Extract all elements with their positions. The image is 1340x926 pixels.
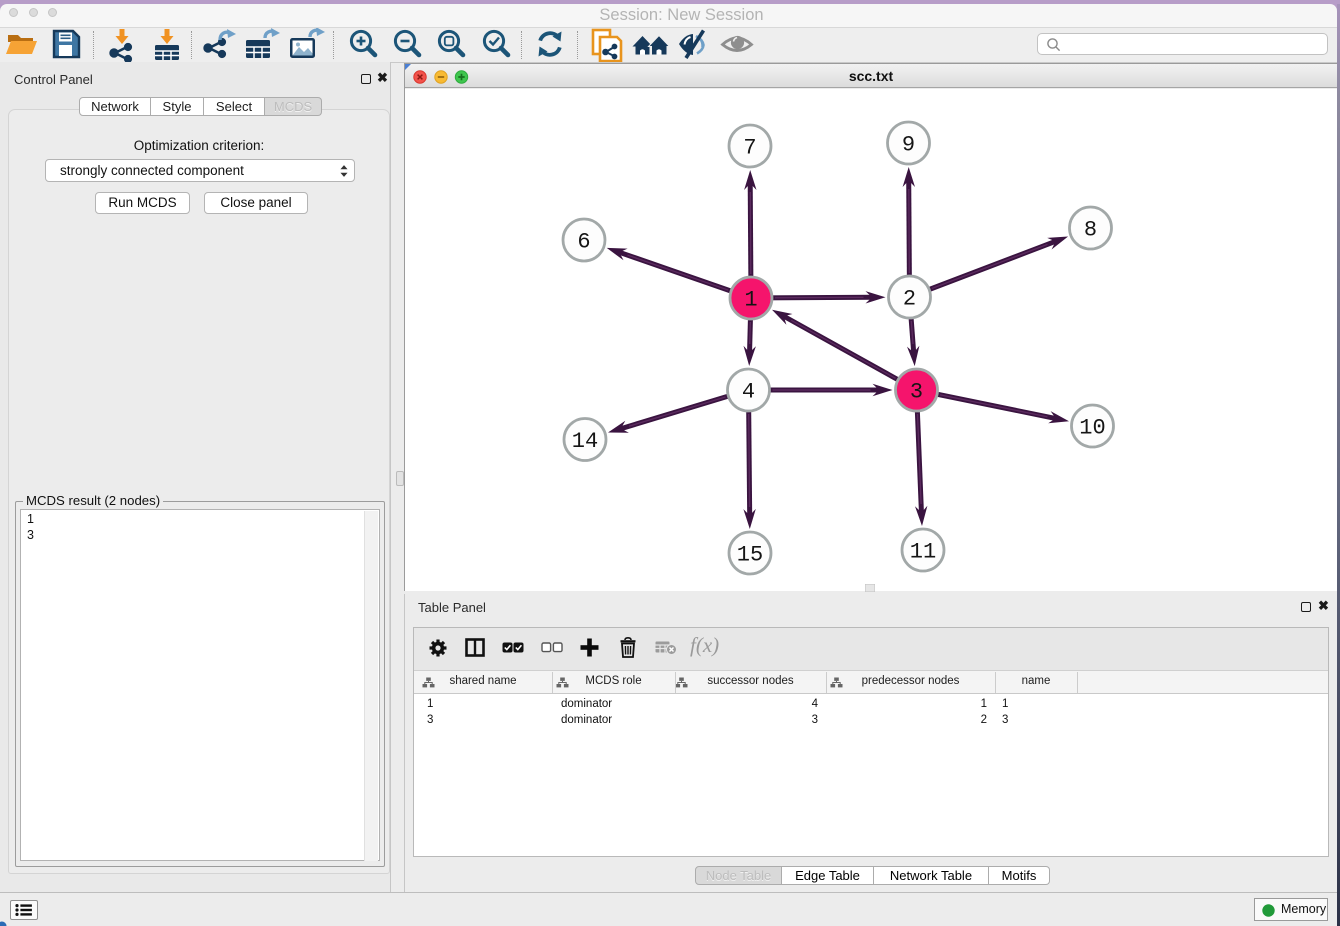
svg-text:4: 4 bbox=[742, 380, 755, 405]
svg-text:2: 2 bbox=[903, 287, 916, 312]
svg-text:15: 15 bbox=[737, 543, 763, 568]
svg-text:7: 7 bbox=[743, 136, 756, 161]
svg-text:9: 9 bbox=[902, 133, 915, 158]
svg-text:1: 1 bbox=[744, 288, 757, 313]
svg-text:8: 8 bbox=[1084, 218, 1097, 243]
svg-text:14: 14 bbox=[572, 429, 598, 454]
svg-text:11: 11 bbox=[910, 540, 936, 565]
svg-text:10: 10 bbox=[1079, 416, 1105, 441]
svg-text:6: 6 bbox=[577, 230, 590, 255]
svg-text:3: 3 bbox=[910, 380, 923, 405]
